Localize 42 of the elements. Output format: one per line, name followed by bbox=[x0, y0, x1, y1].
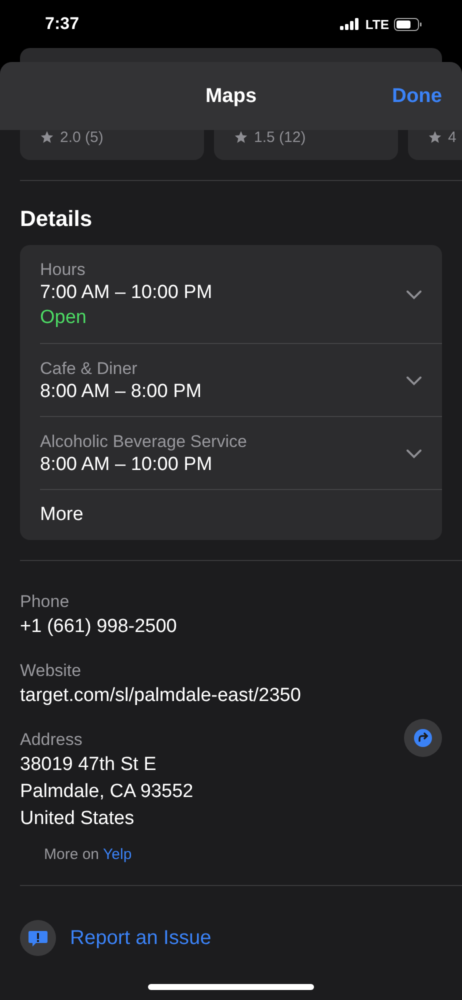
hours-value: 7:00 AM – 10:00 PM bbox=[40, 281, 212, 305]
sheet-title: Maps bbox=[205, 84, 257, 108]
hours-value: 8:00 AM – 8:00 PM bbox=[40, 380, 202, 404]
rating-text: 2.0 (5) bbox=[60, 130, 104, 146]
hours-label: Hours bbox=[40, 259, 86, 281]
report-link[interactable]: Report an Issue bbox=[70, 926, 212, 950]
star-icon bbox=[40, 130, 54, 144]
contact-label: Address bbox=[20, 729, 84, 751]
contact-value[interactable]: Palmdale, CA 93552 bbox=[20, 778, 194, 805]
chevron-down-icon bbox=[406, 449, 422, 459]
hours-label: Cafe & Diner bbox=[40, 358, 138, 380]
review-card[interactable]: 4 bbox=[408, 130, 462, 160]
signal-icon bbox=[340, 18, 360, 30]
status-time: 7:37 bbox=[45, 14, 80, 34]
contact-value[interactable]: +1 (661) 998-2500 bbox=[20, 613, 177, 640]
review-card[interactable]: 2.0 (5) bbox=[20, 130, 204, 160]
contact-label: Website bbox=[20, 660, 82, 682]
attribution-text: More on bbox=[44, 846, 100, 863]
open-status: Open bbox=[40, 306, 88, 330]
hours-row[interactable]: Alcoholic Beverage Service 8:00 AM – 10:00 PM bbox=[40, 417, 442, 490]
star-icon bbox=[234, 130, 248, 144]
report-icon[interactable] bbox=[20, 920, 56, 956]
contact-label: Phone bbox=[20, 591, 70, 613]
more-link[interactable]: More bbox=[40, 504, 84, 525]
section-title: Details bbox=[20, 206, 94, 232]
yelp-link[interactable]: Yelp bbox=[103, 846, 132, 863]
directions-icon[interactable] bbox=[404, 719, 442, 757]
hours-row[interactable]: Hours 7:00 AM – 10:00 PM Open bbox=[40, 245, 442, 344]
network-label: LTE bbox=[365, 16, 389, 32]
review-card[interactable]: 1.5 (12) bbox=[214, 130, 398, 160]
star-icon bbox=[428, 130, 442, 144]
rating-text: 1.5 (12) bbox=[254, 130, 306, 146]
rating-text: 4 bbox=[448, 130, 456, 146]
chevron-down-icon bbox=[406, 376, 422, 386]
hours-label: Alcoholic Beverage Service bbox=[40, 431, 247, 453]
battery-icon bbox=[394, 18, 422, 30]
contact-value[interactable]: target.com/sl/palmdale-east/2350 bbox=[20, 682, 301, 709]
hours-row[interactable]: Cafe & Diner 8:00 AM – 8:00 PM bbox=[40, 344, 442, 417]
hours-value: 8:00 AM – 10:00 PM bbox=[40, 453, 214, 477]
chevron-down-icon bbox=[406, 290, 422, 300]
contact-value[interactable]: 38019 47th St E bbox=[20, 751, 194, 778]
contact-value[interactable]: United States bbox=[20, 805, 194, 832]
